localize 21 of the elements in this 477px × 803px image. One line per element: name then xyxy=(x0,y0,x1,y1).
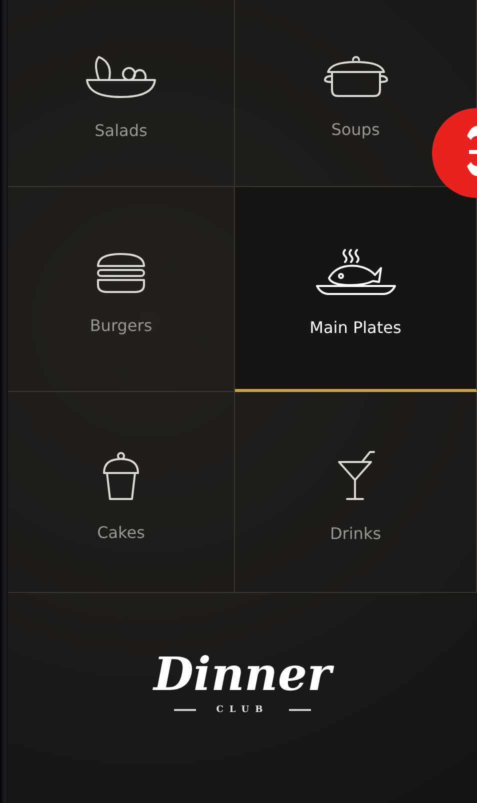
category-tile[interactable]: Soups xyxy=(235,0,477,187)
notification-badge-icon xyxy=(431,108,477,198)
category-label: Salads xyxy=(94,120,148,140)
category-label: Burgers xyxy=(90,316,152,334)
cocktail-glass-icon xyxy=(336,450,376,502)
pot-icon xyxy=(322,56,388,98)
category-tile[interactable]: Cakes xyxy=(8,392,235,593)
cupcake-icon xyxy=(100,450,142,500)
fish-on-plate-icon xyxy=(314,248,396,296)
category-label: Drinks xyxy=(330,524,382,542)
salad-bowl-icon xyxy=(85,54,157,98)
burger-icon xyxy=(95,252,147,294)
category-tile[interactable]: Drinks xyxy=(235,392,477,593)
category-label: Main Plates xyxy=(310,318,402,336)
logo-subtitle: CLUB xyxy=(216,705,269,715)
category-tile[interactable]: Salads xyxy=(8,0,235,187)
category-tile[interactable]: Main Plates xyxy=(235,187,477,392)
category-label: Cakes xyxy=(97,522,145,542)
category-label: Soups xyxy=(331,120,380,138)
logo-title: Dinner xyxy=(154,651,332,697)
category-tile[interactable]: Burgers xyxy=(8,187,235,392)
